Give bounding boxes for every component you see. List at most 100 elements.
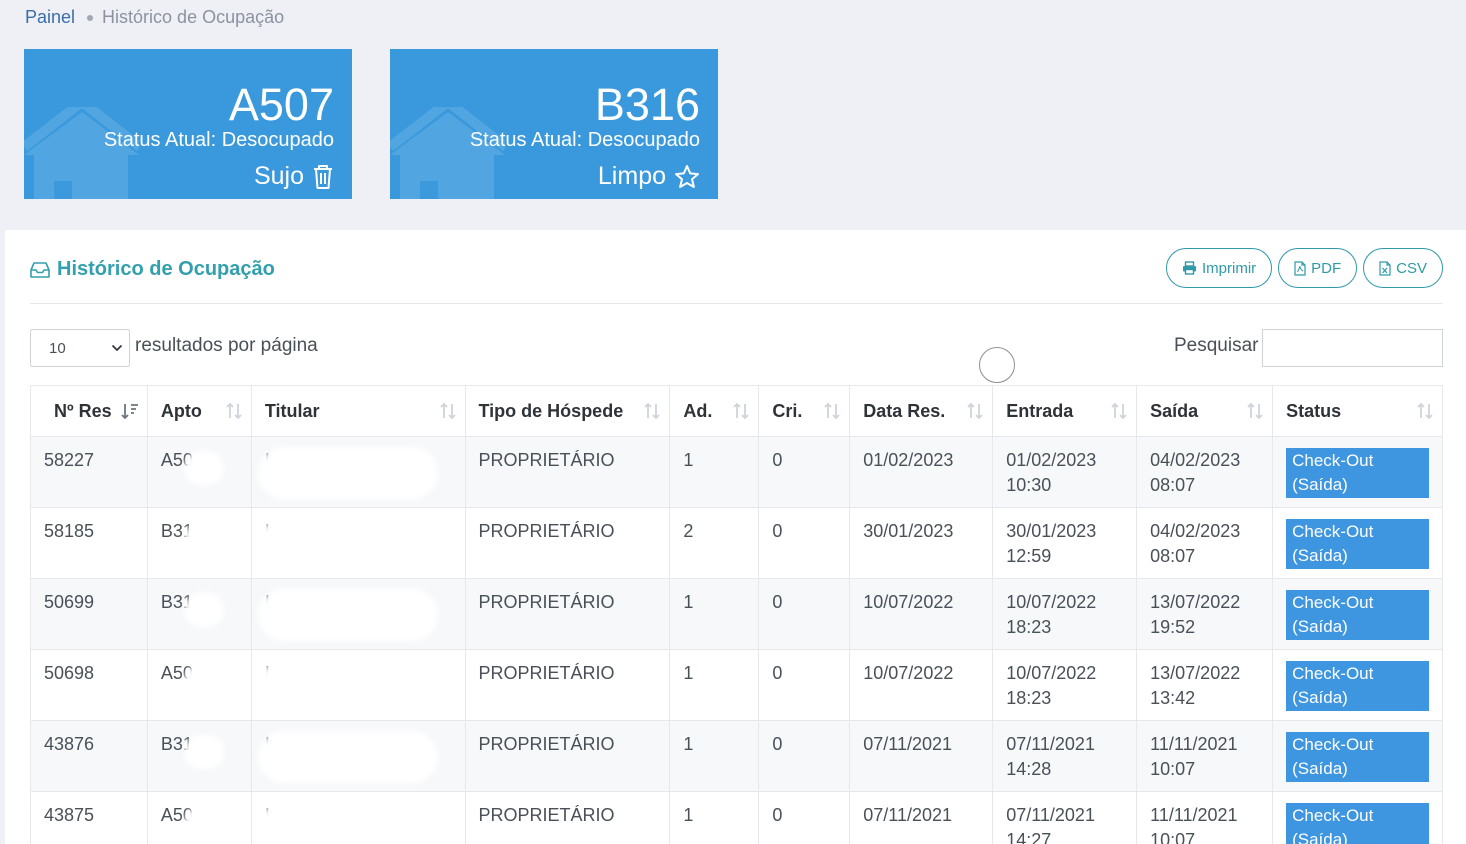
status-badge: Check-Out (Saída) — [1286, 661, 1429, 711]
cell-data-res: 07/11/2021 — [849, 791, 994, 844]
chevron-down-icon — [111, 344, 123, 352]
cell-data-res: 10/07/2022 — [849, 578, 994, 650]
page-length-value: 10 — [49, 339, 66, 357]
column-header-label: Titular — [264, 400, 320, 421]
room-code: A507 — [228, 79, 334, 130]
table-row[interactable]: 58185B31IvcPROPRIETÁRIO2030/01/202330/01… — [30, 507, 1443, 579]
column-header-label: Data Res. — [863, 400, 946, 421]
panel-divider — [30, 303, 1443, 304]
column-header-label: Status — [1286, 400, 1342, 421]
panel-title: Histórico de Ocupação — [30, 258, 275, 281]
entrada-time: 10:30 — [1006, 475, 1052, 495]
cell-tipo: PROPRIETÁRIO — [464, 507, 671, 579]
entrada-time: 14:27 — [1006, 830, 1052, 844]
entrada-date: 10/07/2022 — [1006, 592, 1097, 612]
cell-res: 43876 — [30, 720, 148, 792]
csv-button[interactable]: CSV — [1363, 248, 1443, 288]
redaction-mask — [183, 735, 224, 769]
saida-date: 11/11/2021 — [1150, 805, 1238, 825]
column-header-6[interactable]: Data Res. — [849, 385, 994, 437]
column-header-1[interactable]: Apto — [146, 385, 252, 437]
clean-status: Limpo — [598, 162, 700, 191]
clean-status: Sujo — [254, 162, 334, 191]
entrada-time: 14:28 — [1006, 759, 1052, 779]
search-input[interactable] — [1262, 329, 1443, 367]
page-length-select[interactable]: 10 — [30, 329, 130, 367]
saida-date: 11/11/2021 — [1150, 734, 1238, 754]
cell-ad: 1 — [669, 578, 760, 650]
breadcrumb-current: Histórico de Ocupação — [102, 7, 285, 27]
table-row[interactable]: 43876B31IvoPROPRIETÁRIO1007/11/202107/11… — [30, 720, 1443, 792]
cell-titular: Ivc — [250, 436, 466, 508]
redaction-mask — [183, 664, 224, 698]
sort-icon — [1417, 402, 1433, 420]
redaction-mask — [257, 447, 438, 499]
table-row[interactable]: 50699B31IvoPROPRIETÁRIO1010/07/202210/07… — [30, 578, 1443, 650]
sort-icon — [967, 402, 983, 420]
entrada-time: 12:59 — [1006, 546, 1052, 566]
redaction-mask — [257, 518, 438, 570]
clean-status-label: Limpo — [597, 162, 666, 190]
column-header-label: Tipo de Hóspede — [478, 400, 624, 421]
redaction-mask — [257, 802, 438, 844]
cell-cri: 0 — [758, 507, 851, 579]
cell-titular: Ivo — [250, 578, 466, 650]
saida-date: 13/07/2022 — [1150, 663, 1241, 683]
pdf-button-label: PDF — [1311, 259, 1342, 277]
saida-date: 13/07/2022 — [1150, 592, 1241, 612]
cell-data-res: 10/07/2022 — [849, 649, 994, 721]
cell-ad: 1 — [669, 436, 760, 508]
cell-ad: 1 — [669, 649, 760, 721]
cell-res: 58227 — [30, 436, 148, 508]
table-header-row: Nº Res Apto Titular Tipo de Hóspede Ad. Cri. D… — [30, 385, 1443, 437]
cell-saida: 13/07/2022 19:52 — [1136, 578, 1274, 650]
trash-icon — [314, 164, 332, 189]
sort-icon — [824, 402, 840, 420]
table-row[interactable]: 50698A50IvoPROPRIETÁRIO1010/07/202210/07… — [30, 649, 1443, 721]
cell-ad: 2 — [669, 507, 760, 579]
entrada-date: 01/02/2023 — [1006, 450, 1097, 470]
print-button[interactable]: Imprimir — [1166, 248, 1273, 288]
table-row[interactable]: 43875A50IvoPROPRIETÁRIO1007/11/202107/11… — [30, 791, 1443, 844]
room-card-a507[interactable]: A507 Status Atual: Desocupado Sujo — [24, 49, 352, 199]
column-header-3[interactable]: Tipo de Hóspede — [464, 385, 671, 437]
cell-status: Check-Out (Saída) — [1272, 791, 1443, 844]
cell-res: 58185 — [30, 507, 148, 579]
column-header-7[interactable]: Entrada — [992, 385, 1138, 437]
column-header-4[interactable]: Ad. — [669, 385, 760, 437]
table-row[interactable]: 58227A50IvcPROPRIETÁRIO1001/02/202301/02… — [30, 436, 1443, 508]
column-header-label: Entrada — [1006, 400, 1074, 421]
cell-tipo: PROPRIETÁRIO — [464, 720, 671, 792]
sort-icon — [439, 402, 456, 420]
pdf-button[interactable]: PDF — [1278, 248, 1358, 288]
redaction-mask — [183, 451, 224, 485]
room-card-b316[interactable]: B316 Status Atual: Desocupado Limpo — [390, 49, 718, 199]
column-header-9[interactable]: Status — [1272, 385, 1443, 437]
cell-status: Check-Out (Saída) — [1272, 578, 1443, 650]
column-header-0[interactable]: Nº Res — [30, 385, 148, 437]
cell-entrada: 01/02/2023 10:30 — [992, 436, 1138, 508]
column-header-2[interactable]: Titular — [250, 385, 466, 437]
entrada-date: 10/07/2022 — [1006, 663, 1097, 683]
sort-icon — [644, 402, 661, 420]
column-header-5[interactable]: Cri. — [758, 385, 851, 437]
panel-title-text: Histórico de Ocupação — [57, 258, 275, 280]
cell-data-res: 30/01/2023 — [849, 507, 994, 579]
breadcrumb-separator — [87, 14, 94, 21]
cell-tipo: PROPRIETÁRIO — [464, 791, 671, 844]
redaction-mask — [257, 589, 438, 641]
sort-icon — [1247, 402, 1263, 420]
breadcrumb-home-link[interactable]: Painel — [25, 7, 75, 28]
cell-cri: 0 — [758, 436, 851, 508]
cell-status: Check-Out (Saída) — [1272, 507, 1443, 579]
room-status: Status Atual: Desocupado — [103, 129, 334, 151]
redaction-mask — [257, 731, 438, 783]
room-status: Status Atual: Desocupado — [469, 129, 700, 151]
cell-titular: Ivc — [250, 507, 466, 579]
cell-apto: A50 — [146, 791, 252, 844]
csv-button-label: CSV — [1396, 259, 1427, 277]
column-header-8[interactable]: Saída — [1136, 385, 1274, 437]
column-header-label: Saída — [1150, 400, 1199, 421]
redaction-mask — [183, 806, 224, 840]
entrada-date: 30/01/2023 — [1006, 521, 1097, 541]
